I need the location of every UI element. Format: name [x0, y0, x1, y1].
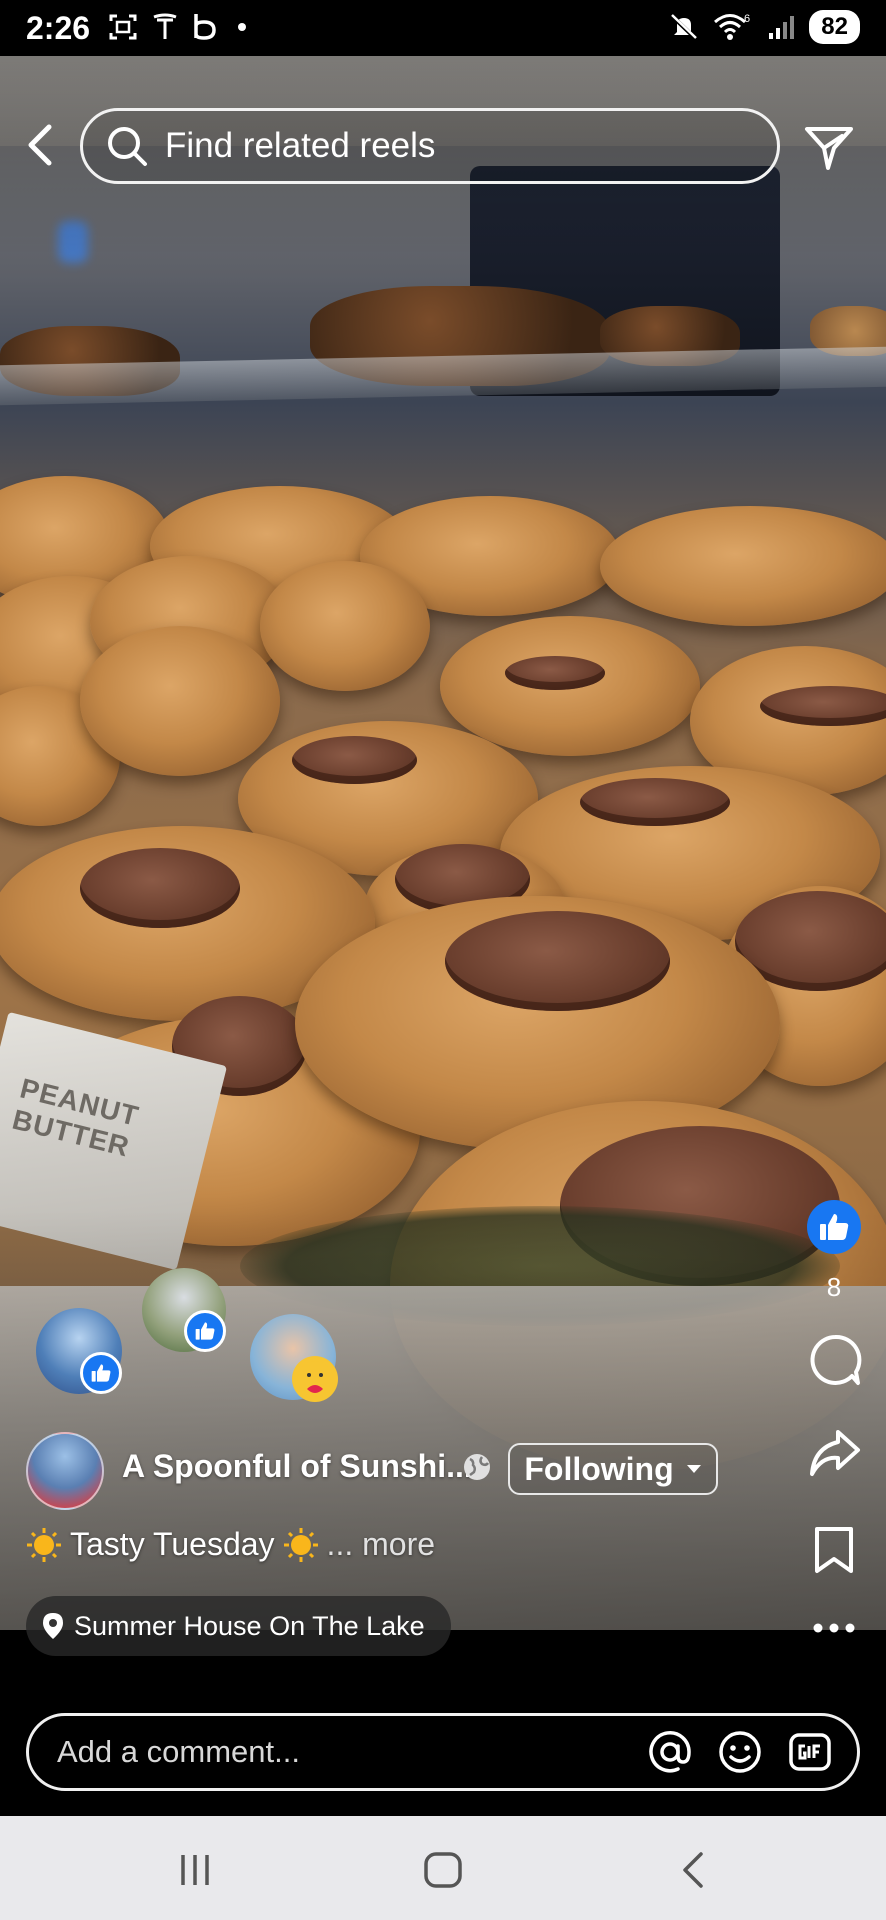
home-button[interactable]: [418, 1850, 468, 1890]
thumbs-up-icon: [820, 1214, 849, 1240]
search-icon: [108, 127, 147, 166]
battery-indicator: 82: [809, 10, 860, 44]
recent-apps-icon: [181, 1855, 209, 1885]
reactor-avatar[interactable]: [36, 1308, 122, 1394]
home-icon: [424, 1852, 462, 1888]
location-tag[interactable]: Summer House On The Lake: [26, 1596, 451, 1656]
mute-icon: [670, 14, 698, 41]
reactor-avatar[interactable]: [250, 1314, 338, 1402]
author-avatar[interactable]: [26, 1432, 104, 1510]
back-button[interactable]: [22, 120, 58, 170]
cookie: [600, 506, 886, 626]
smiley-icon: [719, 1731, 761, 1773]
funnel-icon: [805, 127, 853, 170]
like-reaction-badge: [184, 1310, 226, 1352]
like-reaction-badge: [80, 1352, 122, 1394]
more-notifications-dot: [238, 23, 246, 31]
share-action[interactable]: [808, 1428, 862, 1478]
peanut-butter-cup: [80, 848, 240, 928]
gif-icon: [789, 1733, 831, 1771]
chevron-left-icon: [28, 124, 52, 166]
author-name[interactable]: A Spoonful of Sunshi...: [122, 1448, 473, 1485]
at-sign-icon: [649, 1731, 691, 1773]
save-action[interactable]: [813, 1525, 855, 1575]
following-button[interactable]: Following: [508, 1443, 718, 1495]
status-bar: 2:26 6 82: [0, 0, 886, 56]
share-arrow-icon: [810, 1430, 860, 1476]
wifi-icon: 6: [714, 13, 750, 40]
comment-bubble-icon: [810, 1334, 862, 1385]
thumbs-up-icon: [195, 1322, 215, 1340]
thumbs-up-icon: [91, 1364, 111, 1382]
system-navigation-bar: [0, 1816, 886, 1920]
sun-emoji-icon: [283, 1527, 318, 1562]
more-options-button[interactable]: [812, 1622, 856, 1634]
filter-button[interactable]: [804, 124, 854, 174]
search-placeholder: Find related reels: [165, 126, 436, 165]
peanut-butter-cup: [505, 656, 605, 690]
sun-emoji-icon: [27, 1527, 61, 1562]
like-action[interactable]: 8: [807, 1200, 861, 1303]
back-arrow-icon: [683, 1852, 703, 1888]
wifi-label: 6: [744, 13, 750, 25]
like-count: 8: [826, 1272, 842, 1302]
search-input[interactable]: Find related reels: [80, 108, 780, 184]
globe-icon: [464, 1454, 490, 1480]
clock: 2:26: [26, 10, 91, 46]
caption[interactable]: Tasty Tuesday ... more: [26, 1526, 435, 1563]
tesla-icon: [153, 13, 177, 39]
bookmark-icon: [815, 1527, 853, 1573]
cellular-signal-icon: [769, 16, 795, 39]
location-pin-icon: [43, 1613, 63, 1639]
reel-video[interactable]: PEANUT BUTTER: [0, 56, 886, 1630]
b-app-icon: [194, 14, 216, 40]
caption-text: Tasty Tuesday: [70, 1526, 275, 1562]
system-back-button[interactable]: [668, 1850, 718, 1890]
more-dots-icon: [813, 1623, 855, 1633]
peanut-butter-cup: [445, 911, 670, 1011]
caret-down-icon: [686, 1465, 701, 1473]
comment-action[interactable]: [808, 1333, 862, 1387]
see-more-link[interactable]: ... more: [327, 1526, 435, 1563]
gif-button[interactable]: [787, 1729, 833, 1775]
reactor-avatar[interactable]: [142, 1268, 226, 1352]
care-reaction-icon: [292, 1356, 338, 1402]
recent-apps-button[interactable]: [170, 1850, 220, 1890]
screenshot-icon: [109, 14, 137, 40]
emoji-button[interactable]: [717, 1729, 763, 1775]
following-label: Following: [524, 1450, 674, 1487]
mention-button[interactable]: [647, 1729, 693, 1775]
peanut-butter-cup: [292, 736, 417, 784]
system-icons: 6 82: [669, 10, 860, 44]
comment-input[interactable]: Add a comment...: [26, 1713, 860, 1791]
cookie: [80, 626, 280, 776]
cookie: [260, 561, 430, 691]
location-name: Summer House On The Lake: [74, 1610, 425, 1641]
care-emoji-icon: [297, 1361, 333, 1397]
notification-icons: [108, 12, 246, 42]
bottom-shade: [0, 1210, 886, 1630]
peanut-butter-cup: [580, 778, 730, 826]
comment-placeholder: Add a comment...: [57, 1734, 300, 1769]
like-button[interactable]: [807, 1200, 861, 1254]
